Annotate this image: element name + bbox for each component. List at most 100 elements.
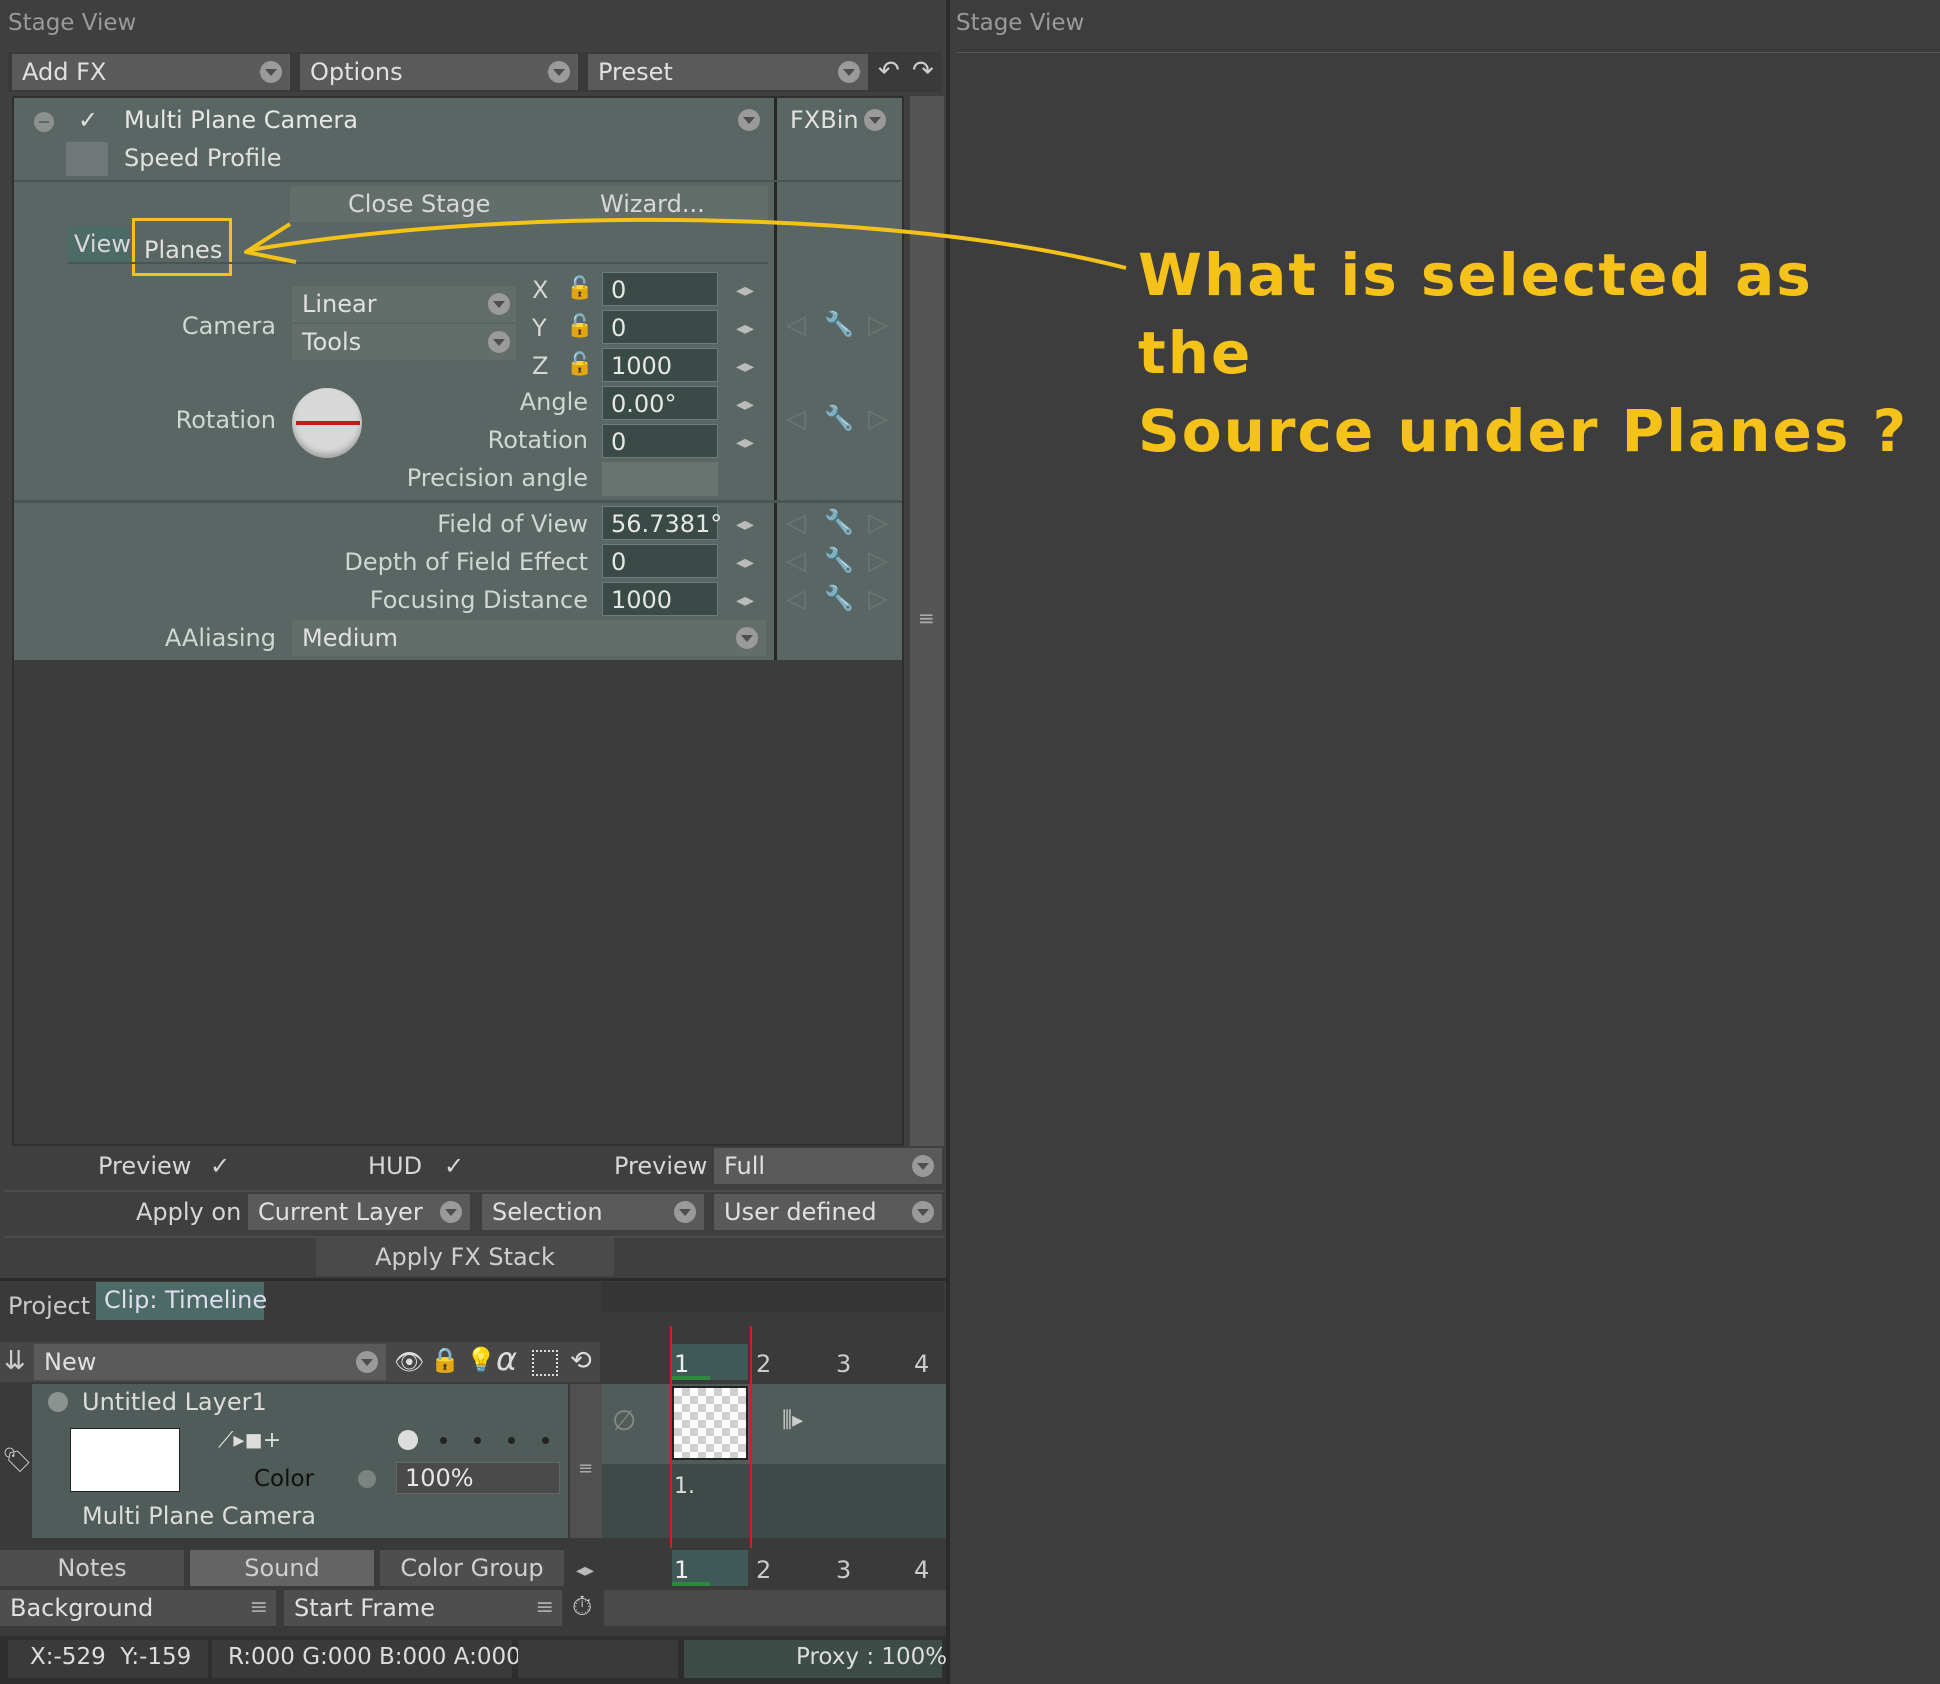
color-dot-1[interactable]	[398, 1430, 418, 1450]
preset-dropdown[interactable]: Preset	[588, 54, 868, 90]
camera-mode-dropdown[interactable]: Linear	[292, 286, 516, 322]
frame-4[interactable]: 4	[914, 1350, 929, 1378]
prev-key-icon[interactable]: ◁	[786, 404, 806, 434]
frame-3-bottom[interactable]: 3	[836, 1556, 851, 1584]
spin-arrows-icon[interactable]: ◂▸	[576, 1560, 594, 1581]
notes-tab[interactable]: Notes	[0, 1550, 184, 1586]
spin-arrows-icon[interactable]: ◂▸	[736, 514, 754, 535]
cell-frame-1[interactable]	[672, 1386, 748, 1460]
frame-2[interactable]: 2	[756, 1350, 771, 1378]
prev-key-icon[interactable]: ◁	[786, 310, 806, 340]
color-collapse-icon[interactable]	[358, 1470, 376, 1488]
key-icon[interactable]: 🔧	[824, 404, 854, 432]
next-key-icon[interactable]: ▷	[868, 404, 888, 434]
add-fx-dropdown[interactable]: Add FX	[12, 54, 290, 90]
spin-arrows-icon[interactable]: ◂▸	[736, 318, 754, 339]
tag-icon[interactable]: 🏷	[2, 1446, 32, 1474]
focus-field[interactable]: 1000	[602, 582, 718, 616]
fov-field[interactable]: 56.7381°	[602, 506, 722, 540]
hud-check-icon[interactable]: ✓	[444, 1152, 464, 1180]
frame-1-bottom[interactable]: 1	[674, 1556, 689, 1584]
key-icon[interactable]: 🔧	[824, 508, 854, 536]
camera-tools-dropdown[interactable]: Tools	[292, 324, 516, 360]
lock-open-icon[interactable]: 🔓	[566, 314, 593, 339]
selection-dropdown[interactable]: Selection	[482, 1194, 704, 1230]
play-range-icon[interactable]: ⫼▸	[782, 1408, 803, 1433]
spin-arrows-icon[interactable]: ◂▸	[736, 432, 754, 453]
key-icon[interactable]: 🔧	[824, 546, 854, 574]
lock-open-icon[interactable]: 🔓	[566, 276, 593, 301]
frame-3[interactable]: 3	[836, 1350, 851, 1378]
preview-mode-dropdown[interactable]: Full	[714, 1148, 942, 1184]
frame-4-bottom[interactable]: 4	[914, 1556, 929, 1584]
frame-2-bottom[interactable]: 2	[756, 1556, 771, 1584]
rotation-field[interactable]: 0	[602, 424, 718, 458]
dof-field[interactable]: 0	[602, 544, 718, 578]
lightbulb-icon[interactable]: 💡	[466, 1346, 496, 1374]
preview-check-icon[interactable]: ✓	[210, 1152, 230, 1180]
color-dot-2[interactable]	[440, 1437, 447, 1444]
empty-set-icon[interactable]: ∅	[612, 1404, 636, 1437]
lock-icon[interactable]: 🔒	[430, 1346, 460, 1374]
next-key-icon[interactable]: ▷	[868, 508, 888, 538]
import-icon[interactable]: ⇊	[4, 1346, 26, 1376]
eye-icon[interactable]: 👁	[394, 1348, 424, 1376]
prev-key-icon[interactable]: ◁	[786, 508, 806, 538]
y-field[interactable]: 0	[602, 310, 718, 344]
frame-1[interactable]: 1	[674, 1350, 689, 1378]
z-field[interactable]: 1000	[602, 348, 718, 382]
camera-label: Camera	[181, 312, 276, 340]
collapse-dash	[39, 121, 49, 123]
spin-arrows-icon[interactable]: ◂▸	[736, 394, 754, 415]
lock-open-icon[interactable]: 🔓	[566, 352, 593, 377]
precision-angle-field[interactable]	[602, 462, 718, 496]
playhead-left[interactable]	[670, 1326, 672, 1584]
undo-icon[interactable]: ↶	[878, 56, 900, 86]
redo-icon[interactable]: ↷	[912, 56, 934, 86]
key-icon[interactable]: 🔧	[824, 584, 854, 612]
opacity-field[interactable]: 100%	[396, 1462, 560, 1494]
x-field[interactable]: 0	[602, 272, 718, 306]
apply-fx-stack-button[interactable]: Apply FX Stack	[316, 1238, 614, 1276]
rotation-label: Rotation	[487, 426, 588, 454]
prev-key-icon[interactable]: ◁	[786, 584, 806, 614]
start-frame-dropdown[interactable]: Start Frame ≡	[284, 1590, 562, 1626]
background-dropdown[interactable]: Background ≡	[0, 1590, 276, 1626]
color-dot-5[interactable]	[542, 1437, 549, 1444]
angle-field[interactable]: 0.00°	[602, 386, 718, 420]
tab-project[interactable]: Project	[8, 1292, 90, 1320]
next-key-icon[interactable]: ▷	[868, 310, 888, 340]
close-stage-button[interactable]: Close Stage	[348, 190, 490, 218]
layer-tools-icon[interactable]: ⟋▸◼+	[218, 1428, 281, 1453]
color-dot-4[interactable]	[508, 1437, 515, 1444]
prev-key-icon[interactable]: ◁	[786, 546, 806, 576]
chevron-down-icon[interactable]	[864, 109, 886, 131]
spin-arrows-icon[interactable]: ◂▸	[736, 280, 754, 301]
layer-name[interactable]: Untitled Layer1	[82, 1388, 267, 1416]
stopwatch-icon[interactable]: ⏱	[572, 1592, 592, 1623]
aaliasing-dropdown[interactable]: Medium	[292, 620, 766, 656]
next-key-icon[interactable]: ▷	[868, 546, 888, 576]
user-defined-dropdown[interactable]: User defined	[714, 1194, 942, 1230]
spin-arrows-icon[interactable]: ◂▸	[736, 552, 754, 573]
chevron-down-icon[interactable]	[738, 109, 760, 131]
key-icon[interactable]: 🔧	[824, 310, 854, 338]
alpha-icon[interactable]: α	[496, 1340, 517, 1378]
new-layer-dropdown[interactable]: New	[34, 1344, 386, 1380]
speed-profile-checkbox[interactable]	[66, 142, 108, 176]
collapse-layer-icon[interactable]	[48, 1392, 68, 1412]
layer-thumbnail[interactable]	[70, 1428, 180, 1492]
wizard-button[interactable]: Wizard...	[600, 190, 705, 218]
sync-icon[interactable]: ⟲	[570, 1346, 592, 1376]
checker-icon[interactable]	[532, 1350, 558, 1376]
sound-tab[interactable]: Sound	[190, 1550, 374, 1586]
spin-arrows-icon[interactable]: ◂▸	[736, 356, 754, 377]
options-dropdown[interactable]: Options	[300, 54, 578, 90]
check-icon[interactable]: ✓	[78, 106, 98, 134]
next-key-icon[interactable]: ▷	[868, 584, 888, 614]
spin-arrows-icon[interactable]: ◂▸	[736, 590, 754, 611]
color-group-tab[interactable]: Color Group	[380, 1550, 564, 1586]
playhead-right[interactable]	[750, 1326, 752, 1584]
current-layer-dropdown[interactable]: Current Layer	[248, 1194, 470, 1230]
color-dot-3[interactable]	[474, 1437, 481, 1444]
